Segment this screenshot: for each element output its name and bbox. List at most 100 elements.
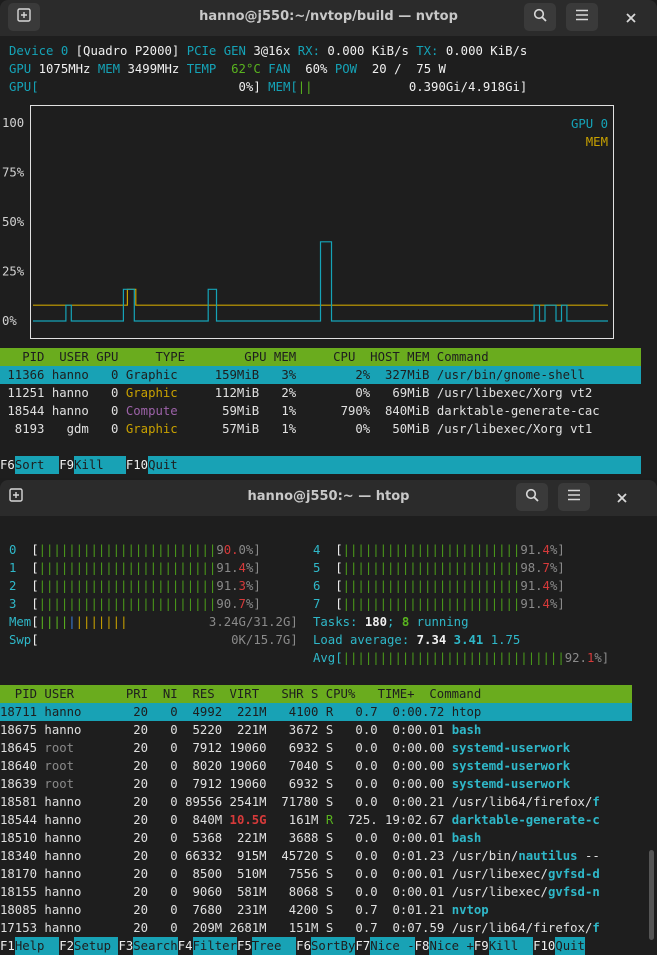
htop-header-text: PID USER PRI NI RES VIRT SHR S CPU% TIME… <box>0 687 482 701</box>
fkey-label-f1[interactable]: Help <box>14 937 60 955</box>
process-row[interactable]: 18639 root 20 0 7912 19060 6932 S 0.0 0:… <box>0 775 570 793</box>
fkey-label-f2[interactable]: Setup <box>74 937 119 955</box>
process-row[interactable]: 18544 hanno 0 Compute 59MiB 1% 790% 840M… <box>0 402 600 420</box>
gpu-util-value: 0%] <box>238 80 261 94</box>
command: /usr/libexec/gvfsd-n <box>452 885 600 899</box>
fkey-label-f10[interactable]: Quit <box>148 456 178 474</box>
process-row[interactable]: 18340 hanno 20 0 66332 915M 45720 S 0.0 … <box>0 847 600 865</box>
process-row[interactable]: 11251 hanno 0 Graphic 112MiB 2% 0% 69MiB… <box>0 384 592 402</box>
cpu-meter-1: 1 [||||||||||||||||||||||||91.4%] <box>9 559 261 577</box>
search-button-htop[interactable] <box>516 483 548 511</box>
process-row[interactable]: 8193 gdm 0 Graphic 57MiB 1% 0% 50MiB /us… <box>0 420 593 438</box>
fkey-label-f9[interactable]: Kill <box>488 937 534 955</box>
sp <box>222 921 229 935</box>
fkey-key: F5 <box>236 939 252 953</box>
close-button-htop[interactable] <box>608 485 636 511</box>
shr: 161M <box>266 813 326 827</box>
fkey-label-f8[interactable]: Nice + <box>429 937 474 955</box>
fkey-label-f6[interactable]: SortBy <box>310 937 356 955</box>
fan-label: FAN <box>268 62 291 76</box>
virt: 231M <box>229 903 267 917</box>
htop-scrollbar[interactable] <box>649 850 654 940</box>
process-row[interactable]: 18640 root 20 0 8020 19060 7040 S 0.0 0:… <box>0 757 570 775</box>
pid: 18510 <box>0 831 45 845</box>
user: hanno <box>44 795 119 809</box>
cpu-pct-red: 3 <box>238 579 246 593</box>
process-command: darktable-generate-cac <box>436 404 600 418</box>
res: 4992 <box>185 705 223 719</box>
res: 7912 <box>185 741 223 755</box>
mem-util-bars: || <box>297 80 313 94</box>
command: /usr/bin/nautilus -- <box>452 849 600 863</box>
search-button[interactable] <box>524 3 556 31</box>
shr: 6932 <box>266 741 326 755</box>
sp <box>222 759 229 773</box>
fkey-label-f5[interactable]: Tree <box>251 937 297 955</box>
process-row[interactable]: 18711 hanno 20 0 4992 221M 4100 R 0.7 0:… <box>0 703 481 721</box>
tx-label: TX: <box>416 44 439 58</box>
process-type: Graphic <box>125 386 186 400</box>
virt: 19060 <box>229 759 267 773</box>
fkey-label-f9[interactable]: Kill <box>74 456 126 474</box>
close-button[interactable] <box>617 5 645 31</box>
cpu-bars: |||||||||||||||||||||||| <box>342 543 521 557</box>
time: 0:00.01 <box>377 885 452 899</box>
time: 0:01.21 <box>377 903 452 917</box>
cpu-bars: |||||||||||||||||||||||| <box>342 597 521 611</box>
pid: 8193 gdm 0 <box>0 422 126 436</box>
res: 8500 <box>185 867 223 881</box>
res: 89556 <box>185 795 223 809</box>
pid: 18544 <box>0 813 45 827</box>
process-row[interactable]: 17153 hanno 20 0 209M 2681M 151M S 0.7 0… <box>0 919 600 937</box>
process-stats: 57MiB 1% 0% 50MiB <box>185 422 437 436</box>
process-row[interactable]: 18675 hanno 20 0 5220 221M 3672 S 0.0 0:… <box>0 721 481 739</box>
process-row[interactable]: 18085 hanno 20 0 7680 231M 4200 S 0.7 0:… <box>0 901 489 919</box>
menu-button[interactable] <box>566 3 598 31</box>
user: root <box>44 777 119 791</box>
cpu-pct: 91. <box>216 561 239 575</box>
cpu: 0.0 <box>333 885 378 899</box>
cpu: 0.0 <box>333 831 378 845</box>
process-row[interactable]: 18155 hanno 20 0 9060 581M 8068 S 0.0 0:… <box>0 883 600 901</box>
fkey-label-f4[interactable]: Filter <box>192 937 237 955</box>
fkey-key: F3 <box>118 939 134 953</box>
process-row[interactable]: 18510 hanno 20 0 5368 221M 3688 S 0.0 0:… <box>0 829 481 847</box>
y-tick-label: 100 <box>2 116 24 130</box>
command: htop <box>451 705 482 719</box>
priority: 20 0 <box>118 705 186 719</box>
process-row[interactable]: 18645 root 20 0 7912 19060 6932 S 0.0 0:… <box>0 739 570 757</box>
process-row[interactable]: 18544 hanno 20 0 840M 10.5G 161M R 725. … <box>0 811 600 829</box>
cpu: 0.7 <box>333 921 378 935</box>
process-row[interactable]: 11366 hanno 0 Graphic 159MiB 3% 2% 327Mi… <box>0 366 585 384</box>
res: 840M <box>185 813 223 827</box>
window-title: hanno@j550:~/nvtop/build — nvtop <box>199 9 458 24</box>
fkey-label-f10[interactable]: Quit <box>555 937 585 955</box>
fkey-label-f3[interactable]: Search <box>133 937 178 955</box>
res: 7680 <box>185 903 223 917</box>
cpu-bars: |||||||||||||||||||||||| <box>342 561 521 575</box>
res: 8020 <box>185 759 223 773</box>
cpu-meter-4: 4 [||||||||||||||||||||||||91.4%] <box>313 541 565 559</box>
priority: 20 0 <box>118 759 186 773</box>
fkey-label-f7[interactable]: Nice - <box>370 937 415 955</box>
pid: 18639 <box>0 777 45 791</box>
menu-button-htop[interactable] <box>558 483 590 511</box>
cpu-bars: |||||||||||||||||||||||| <box>38 561 217 575</box>
shr: 7040 <box>266 759 326 773</box>
load-5: 3.41 <box>446 633 484 647</box>
priority: 20 0 <box>118 795 186 809</box>
meter-bracket: [ <box>16 579 39 593</box>
fkey-label-f6[interactable]: Sort <box>14 456 60 474</box>
temp-label: TEMP <box>186 62 217 76</box>
process-row[interactable]: 18170 hanno 20 0 8500 510M 7556 S 0.0 0:… <box>0 865 600 883</box>
close-icon <box>616 489 628 508</box>
command: bash <box>451 831 482 845</box>
virt: 2541M <box>229 795 267 809</box>
rx-value: 0.000 KiB/s <box>327 44 409 58</box>
cpu-pct-tail: %] <box>549 579 565 593</box>
cpu-meter-6: 6 [||||||||||||||||||||||||91.4%] <box>313 577 565 595</box>
pid: 18581 <box>0 795 45 809</box>
power-value: 20 / 75 W <box>371 62 446 76</box>
process-row[interactable]: 18581 hanno 20 0 89556 2541M 71780 S 0.0… <box>0 793 600 811</box>
res: 7912 <box>185 777 223 791</box>
